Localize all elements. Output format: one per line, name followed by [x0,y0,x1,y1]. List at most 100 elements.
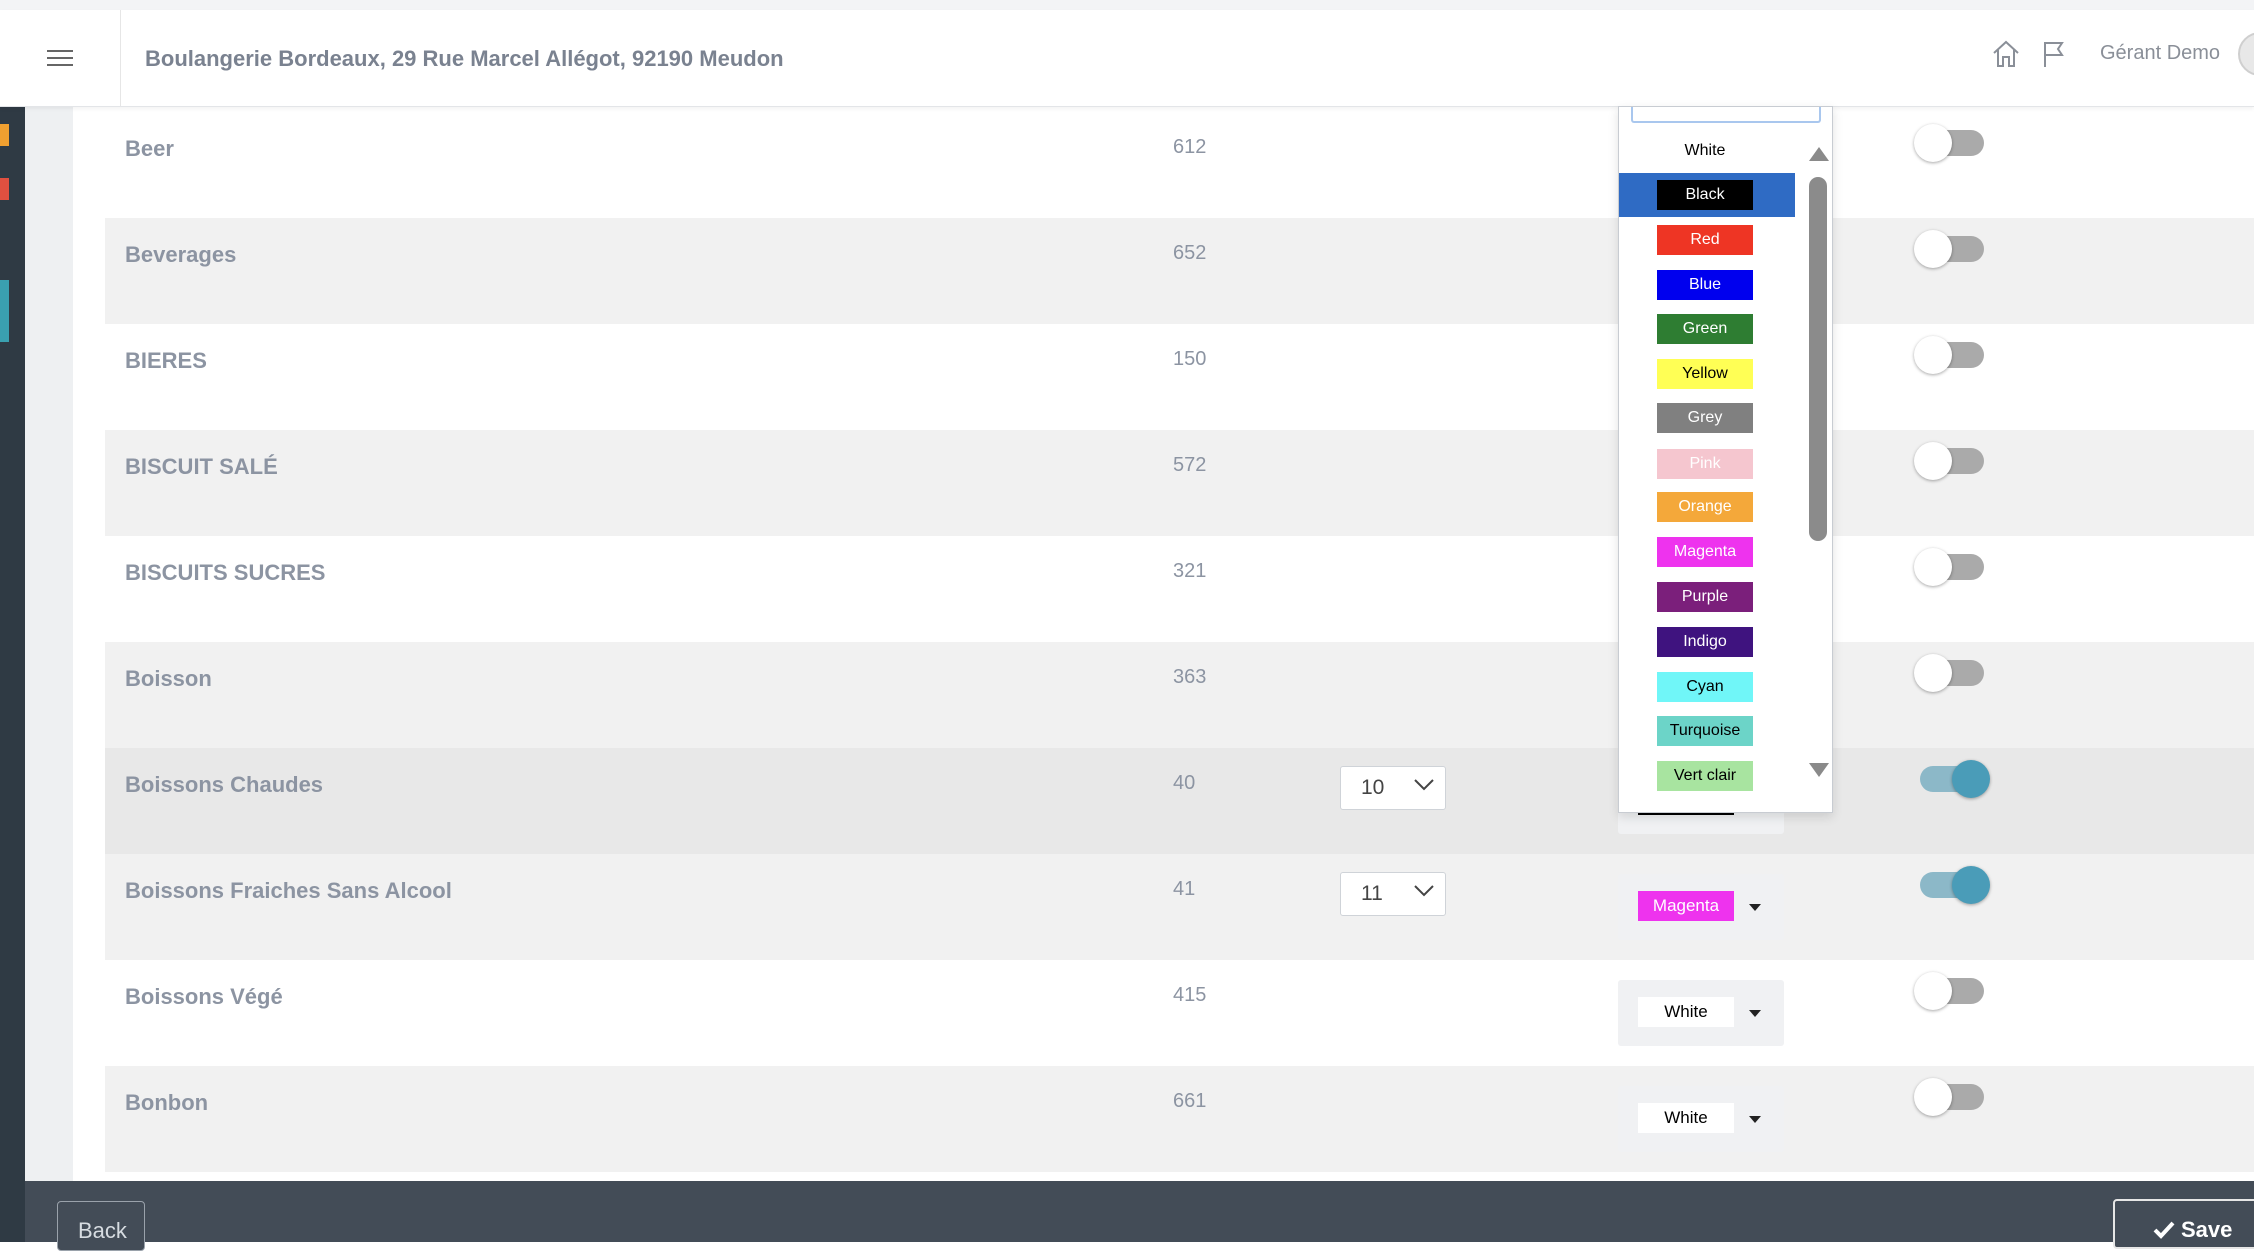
scroll-down-icon[interactable] [1809,763,1829,777]
active-toggle[interactable] [1920,866,1990,904]
color-option[interactable]: White [1619,129,1795,173]
active-toggle[interactable] [1914,548,1984,586]
color-option[interactable]: Vert clair [1619,754,1795,798]
product-count: 652 [1173,242,1207,264]
home-icon[interactable] [1990,38,2022,70]
toggle-knob [1914,230,1952,268]
color-option-swatch: Grey [1657,403,1753,433]
active-toggle[interactable] [1914,442,1984,480]
table-row: Boissons Fraiches Sans Alcool 41 11 Magenta [105,854,2254,960]
caret-down-icon [1749,904,1761,911]
color-option-swatch: Green [1657,314,1753,344]
active-toggle[interactable] [1914,654,1984,692]
dropdown-scrollbar[interactable] [1805,147,1829,777]
position-select[interactable]: 11 [1340,872,1446,916]
color-dropdown[interactable]: White Black Red Blue Green Yellow Grey Pink Oran… [1618,106,1833,813]
color-select[interactable]: Magenta [1618,874,1784,940]
category-name: Boissons Végé [125,984,283,1009]
back-button[interactable]: Back [57,1201,145,1251]
category-name: Beer [125,136,174,161]
color-option[interactable]: Pink [1619,442,1795,486]
color-option[interactable]: Red [1619,218,1795,262]
color-option-swatch: Orange [1657,492,1753,522]
color-option-swatch: Indigo [1657,627,1753,657]
color-option[interactable]: Indigo [1619,620,1795,664]
toggle-knob [1914,654,1952,692]
toggle-knob [1914,336,1952,374]
color-option-swatch: Black [1657,180,1753,210]
category-name: Beverages [125,242,237,267]
color-swatch: White [1638,997,1734,1027]
flag-icon[interactable] [2040,38,2068,70]
color-option[interactable]: Grey [1619,396,1795,440]
active-toggle[interactable] [1914,972,1984,1010]
table-row: Beer 612 [105,112,2254,218]
table-row: BIERES 150 [105,324,2254,430]
color-option[interactable]: Yellow [1619,352,1795,396]
color-option[interactable]: Blue [1619,263,1795,307]
toggle-knob [1952,866,1990,904]
color-select[interactable]: White [1618,980,1784,1046]
color-option[interactable]: Green [1619,307,1795,351]
color-select[interactable]: White [1618,1086,1784,1152]
sidebar-red-mark [0,178,9,200]
color-option-swatch: Cyan [1657,672,1753,702]
color-option-swatch: Blue [1657,270,1753,300]
category-name: Bonbon [125,1090,209,1115]
color-option-swatch: Magenta [1657,537,1753,567]
active-toggle[interactable] [1914,336,1984,374]
color-option[interactable]: Turquoise [1619,709,1795,753]
product-count: 150 [1173,348,1207,370]
color-option-swatch: Yellow [1657,359,1753,389]
scroll-up-icon[interactable] [1809,147,1829,161]
table-row: Boissons Végé 415 White [105,960,2254,1066]
toggle-knob [1914,972,1952,1010]
category-name: BISCUITS SUCRES [125,560,326,585]
footer-bar: Back Save [25,1181,2254,1251]
color-option[interactable]: Cyan [1619,665,1795,709]
menu-toggle-button[interactable] [0,10,121,106]
chevron-down-icon [1414,885,1434,897]
color-option[interactable]: Magenta [1619,530,1795,574]
color-option-swatch: Turquoise [1657,716,1753,746]
toggle-knob [1914,1078,1952,1116]
position-value: 11 [1361,882,1383,905]
table-row: Boissons Chaudes4010Black [105,748,2254,854]
color-option[interactable]: Black [1619,173,1795,217]
toggle-knob [1914,124,1952,162]
user-name[interactable]: Gérant Demo [2100,42,2220,65]
sidebar-strip [0,106,25,1242]
position-value: 10 [1361,776,1385,799]
active-toggle[interactable] [1914,1078,1984,1116]
product-count: 661 [1173,1090,1207,1112]
active-toggle[interactable] [1914,124,1984,162]
product-count: 572 [1173,454,1207,476]
product-count: 363 [1173,666,1207,688]
category-name: Boissons Fraiches Sans Alcool [125,878,452,903]
table-row: BISCUIT SALÉ 572 [105,430,2254,536]
active-toggle[interactable] [1914,230,1984,268]
hamburger-icon [47,57,73,59]
active-toggle[interactable] [1920,760,1990,798]
caret-down-icon [1749,1116,1761,1123]
category-name: BIERES [125,348,207,373]
chevron-down-icon [1414,779,1434,791]
color-option[interactable]: Orange [1619,485,1795,529]
table-row: Bonbon 661 White [105,1066,2254,1172]
position-select[interactable]: 10 [1340,766,1446,810]
color-search-input[interactable] [1631,107,1821,123]
sidebar-orange-mark [0,124,9,146]
toggle-knob [1952,760,1990,798]
avatar[interactable] [2238,32,2254,76]
toggle-knob [1914,548,1952,586]
product-count: 612 [1173,136,1207,158]
category-name: Boissons Chaudes [125,772,324,797]
scroll-thumb[interactable] [1809,177,1827,541]
color-option[interactable]: Purple [1619,575,1795,619]
toggle-knob [1914,442,1952,480]
color-option-swatch: Red [1657,225,1753,255]
color-option-swatch: Vert clair [1657,761,1753,791]
category-name: Boisson [125,666,212,691]
color-option-swatch: Purple [1657,582,1753,612]
table-row: Beverages 652 [105,218,2254,324]
